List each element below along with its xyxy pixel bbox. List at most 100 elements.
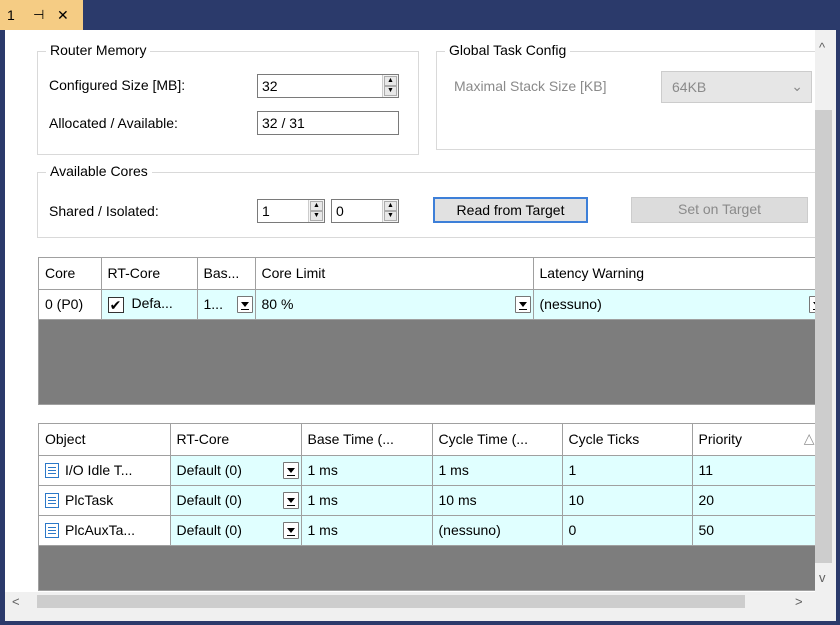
- col-header-core[interactable]: Core: [39, 258, 102, 290]
- cell-priority[interactable]: 11: [692, 455, 815, 486]
- scroll-up-icon[interactable]: ^: [819, 40, 825, 55]
- configured-size-value: 32: [262, 78, 278, 94]
- allocated-label: Allocated / Available:: [49, 115, 178, 131]
- read-from-target-button[interactable]: Read from Target: [433, 197, 588, 223]
- chevron-down-icon: ⌄: [791, 78, 803, 94]
- dropdown-arrow-icon[interactable]: [282, 461, 299, 479]
- shared-cores-stepper[interactable]: 1 ▲ ▼: [257, 199, 325, 223]
- configured-size-label: Configured Size [MB]:: [49, 77, 186, 93]
- col-header-cycle-ticks[interactable]: Cycle Ticks: [562, 424, 693, 456]
- cell-object[interactable]: I/O Idle T...: [39, 455, 171, 486]
- cell-cycle-time[interactable]: 1 ms: [432, 455, 563, 486]
- shared-isolated-label: Shared / Isolated:: [49, 203, 159, 219]
- router-memory-group: [37, 51, 419, 155]
- scroll-down-icon[interactable]: v: [819, 570, 826, 585]
- object-value: I/O Idle T...: [65, 461, 133, 478]
- latency-value: (nessuno): [539, 296, 602, 312]
- cell-priority[interactable]: 20: [692, 485, 815, 516]
- spin-buttons[interactable]: ▲ ▼: [382, 200, 398, 222]
- router-memory-title: Router Memory: [46, 42, 151, 58]
- cell-latency-warning[interactable]: (nessuno): [533, 289, 815, 320]
- cell-core-limit[interactable]: 80 %: [255, 289, 534, 320]
- table-row[interactable]: I/O Idle T... Default (0) 1 ms 1 ms 1 11: [39, 455, 815, 486]
- allocated-value: 32 / 31: [262, 115, 305, 131]
- stack-size-label: Maximal Stack Size [KB]: [454, 78, 607, 94]
- spin-down-icon[interactable]: ▼: [310, 211, 323, 221]
- rt-core-value: Default (0): [176, 492, 242, 508]
- pin-icon[interactable]: ⊣: [33, 7, 44, 23]
- allocated-field: 32 / 31: [257, 111, 399, 135]
- cell-rt-core[interactable]: ✔ Defa...: [101, 289, 198, 320]
- priority-header-label: Priority: [698, 431, 743, 448]
- cell-rt-core[interactable]: Default (0): [170, 455, 302, 486]
- available-cores-title: Available Cores: [46, 163, 152, 179]
- document-tab[interactable]: 1 ⊣ ✕: [0, 0, 83, 30]
- cell-priority[interactable]: 50: [692, 515, 815, 546]
- col-header-base-time[interactable]: Base Time (...: [301, 424, 433, 456]
- cell-cycle-time[interactable]: 10 ms: [432, 485, 563, 516]
- cell-cycle-ticks[interactable]: 0: [562, 515, 693, 546]
- object-value: PlcTask: [65, 491, 114, 508]
- stack-size-select[interactable]: 64KB ⌄: [661, 71, 812, 103]
- spin-buttons[interactable]: ▲ ▼: [308, 200, 324, 222]
- cell-cycle-ticks[interactable]: 10: [562, 485, 693, 516]
- tab-label: 1: [7, 7, 15, 23]
- col-header-base[interactable]: Bas...: [197, 258, 256, 290]
- table-row[interactable]: PlcAuxTa... Default (0) 1 ms (nessuno) 0…: [39, 515, 815, 546]
- cell-rt-core[interactable]: Default (0): [170, 515, 302, 546]
- configured-size-stepper[interactable]: 32 ▲ ▼: [257, 74, 399, 98]
- cell-core[interactable]: 0 (P0): [39, 289, 102, 320]
- rt-core-value: Defa...: [131, 295, 173, 312]
- spin-up-icon[interactable]: ▲: [384, 76, 397, 86]
- sort-triangle-icon[interactable]: △: [804, 430, 815, 447]
- dropdown-arrow-icon[interactable]: [514, 295, 531, 313]
- scroll-left-icon[interactable]: <: [12, 594, 20, 609]
- cell-base-time[interactable]: 1 ms: [301, 485, 433, 516]
- horizontal-scroll-thumb[interactable]: [37, 595, 745, 608]
- col-header-rt-core[interactable]: RT-Core: [170, 424, 302, 456]
- dropdown-arrow-icon[interactable]: [282, 491, 299, 509]
- cell-cycle-time[interactable]: (nessuno): [432, 515, 563, 546]
- dropdown-arrow-icon[interactable]: [236, 295, 253, 313]
- title-bar: [0, 0, 840, 30]
- table-row[interactable]: PlcTask Default (0) 1 ms 10 ms 10 20: [39, 485, 815, 516]
- checkbox-checked-icon[interactable]: ✔: [107, 296, 124, 313]
- spin-up-icon[interactable]: ▲: [384, 201, 397, 211]
- col-header-latency-warning[interactable]: Latency Warning: [533, 258, 815, 290]
- table-row[interactable]: 0 (P0) ✔ Defa... 1... 80 % (nessuno): [39, 289, 815, 320]
- dropdown-arrow-icon[interactable]: [282, 521, 299, 539]
- object-value: PlcAuxTa...: [65, 521, 136, 538]
- rt-core-value: Default (0): [176, 522, 242, 538]
- shared-cores-value: 1: [262, 203, 270, 219]
- cell-base[interactable]: 1...: [197, 289, 256, 320]
- global-task-config-title: Global Task Config: [445, 42, 571, 58]
- col-header-cycle-time[interactable]: Cycle Time (...: [432, 424, 563, 456]
- col-header-object[interactable]: Object: [39, 424, 171, 456]
- cell-base-time[interactable]: 1 ms: [301, 455, 433, 486]
- isolated-cores-stepper[interactable]: 0 ▲ ▼: [331, 199, 399, 223]
- spin-up-icon[interactable]: ▲: [310, 201, 323, 211]
- scroll-right-icon[interactable]: >: [795, 594, 803, 609]
- col-header-rt-core[interactable]: RT-Core: [101, 258, 198, 290]
- cell-object[interactable]: PlcTask: [39, 485, 171, 516]
- base-value: 1...: [203, 296, 223, 312]
- vertical-scroll-thumb[interactable]: [815, 110, 832, 563]
- core-limit-value: 80 %: [261, 296, 294, 312]
- task-grid: Object RT-Core Base Time (... Cycle Time…: [38, 423, 815, 591]
- isolated-cores-value: 0: [336, 203, 344, 219]
- cell-cycle-ticks[interactable]: 1: [562, 455, 693, 486]
- close-icon[interactable]: ✕: [57, 7, 69, 24]
- cell-rt-core[interactable]: Default (0): [170, 485, 302, 516]
- core-grid: Core RT-Core Bas... Core Limit Latency W…: [38, 257, 815, 405]
- task-object-icon: [45, 523, 59, 539]
- spin-buttons[interactable]: ▲ ▼: [382, 75, 398, 97]
- spin-down-icon[interactable]: ▼: [384, 86, 397, 96]
- col-header-core-limit[interactable]: Core Limit: [255, 258, 534, 290]
- cell-object[interactable]: PlcAuxTa...: [39, 515, 171, 546]
- set-on-target-button[interactable]: Set on Target: [631, 197, 808, 223]
- cell-base-time[interactable]: 1 ms: [301, 515, 433, 546]
- content-area: Router Memory Configured Size [MB]: 32 ▲…: [5, 30, 815, 592]
- col-header-priority[interactable]: Priority △: [692, 424, 815, 456]
- spin-down-icon[interactable]: ▼: [384, 211, 397, 221]
- rt-core-value: Default (0): [176, 462, 242, 478]
